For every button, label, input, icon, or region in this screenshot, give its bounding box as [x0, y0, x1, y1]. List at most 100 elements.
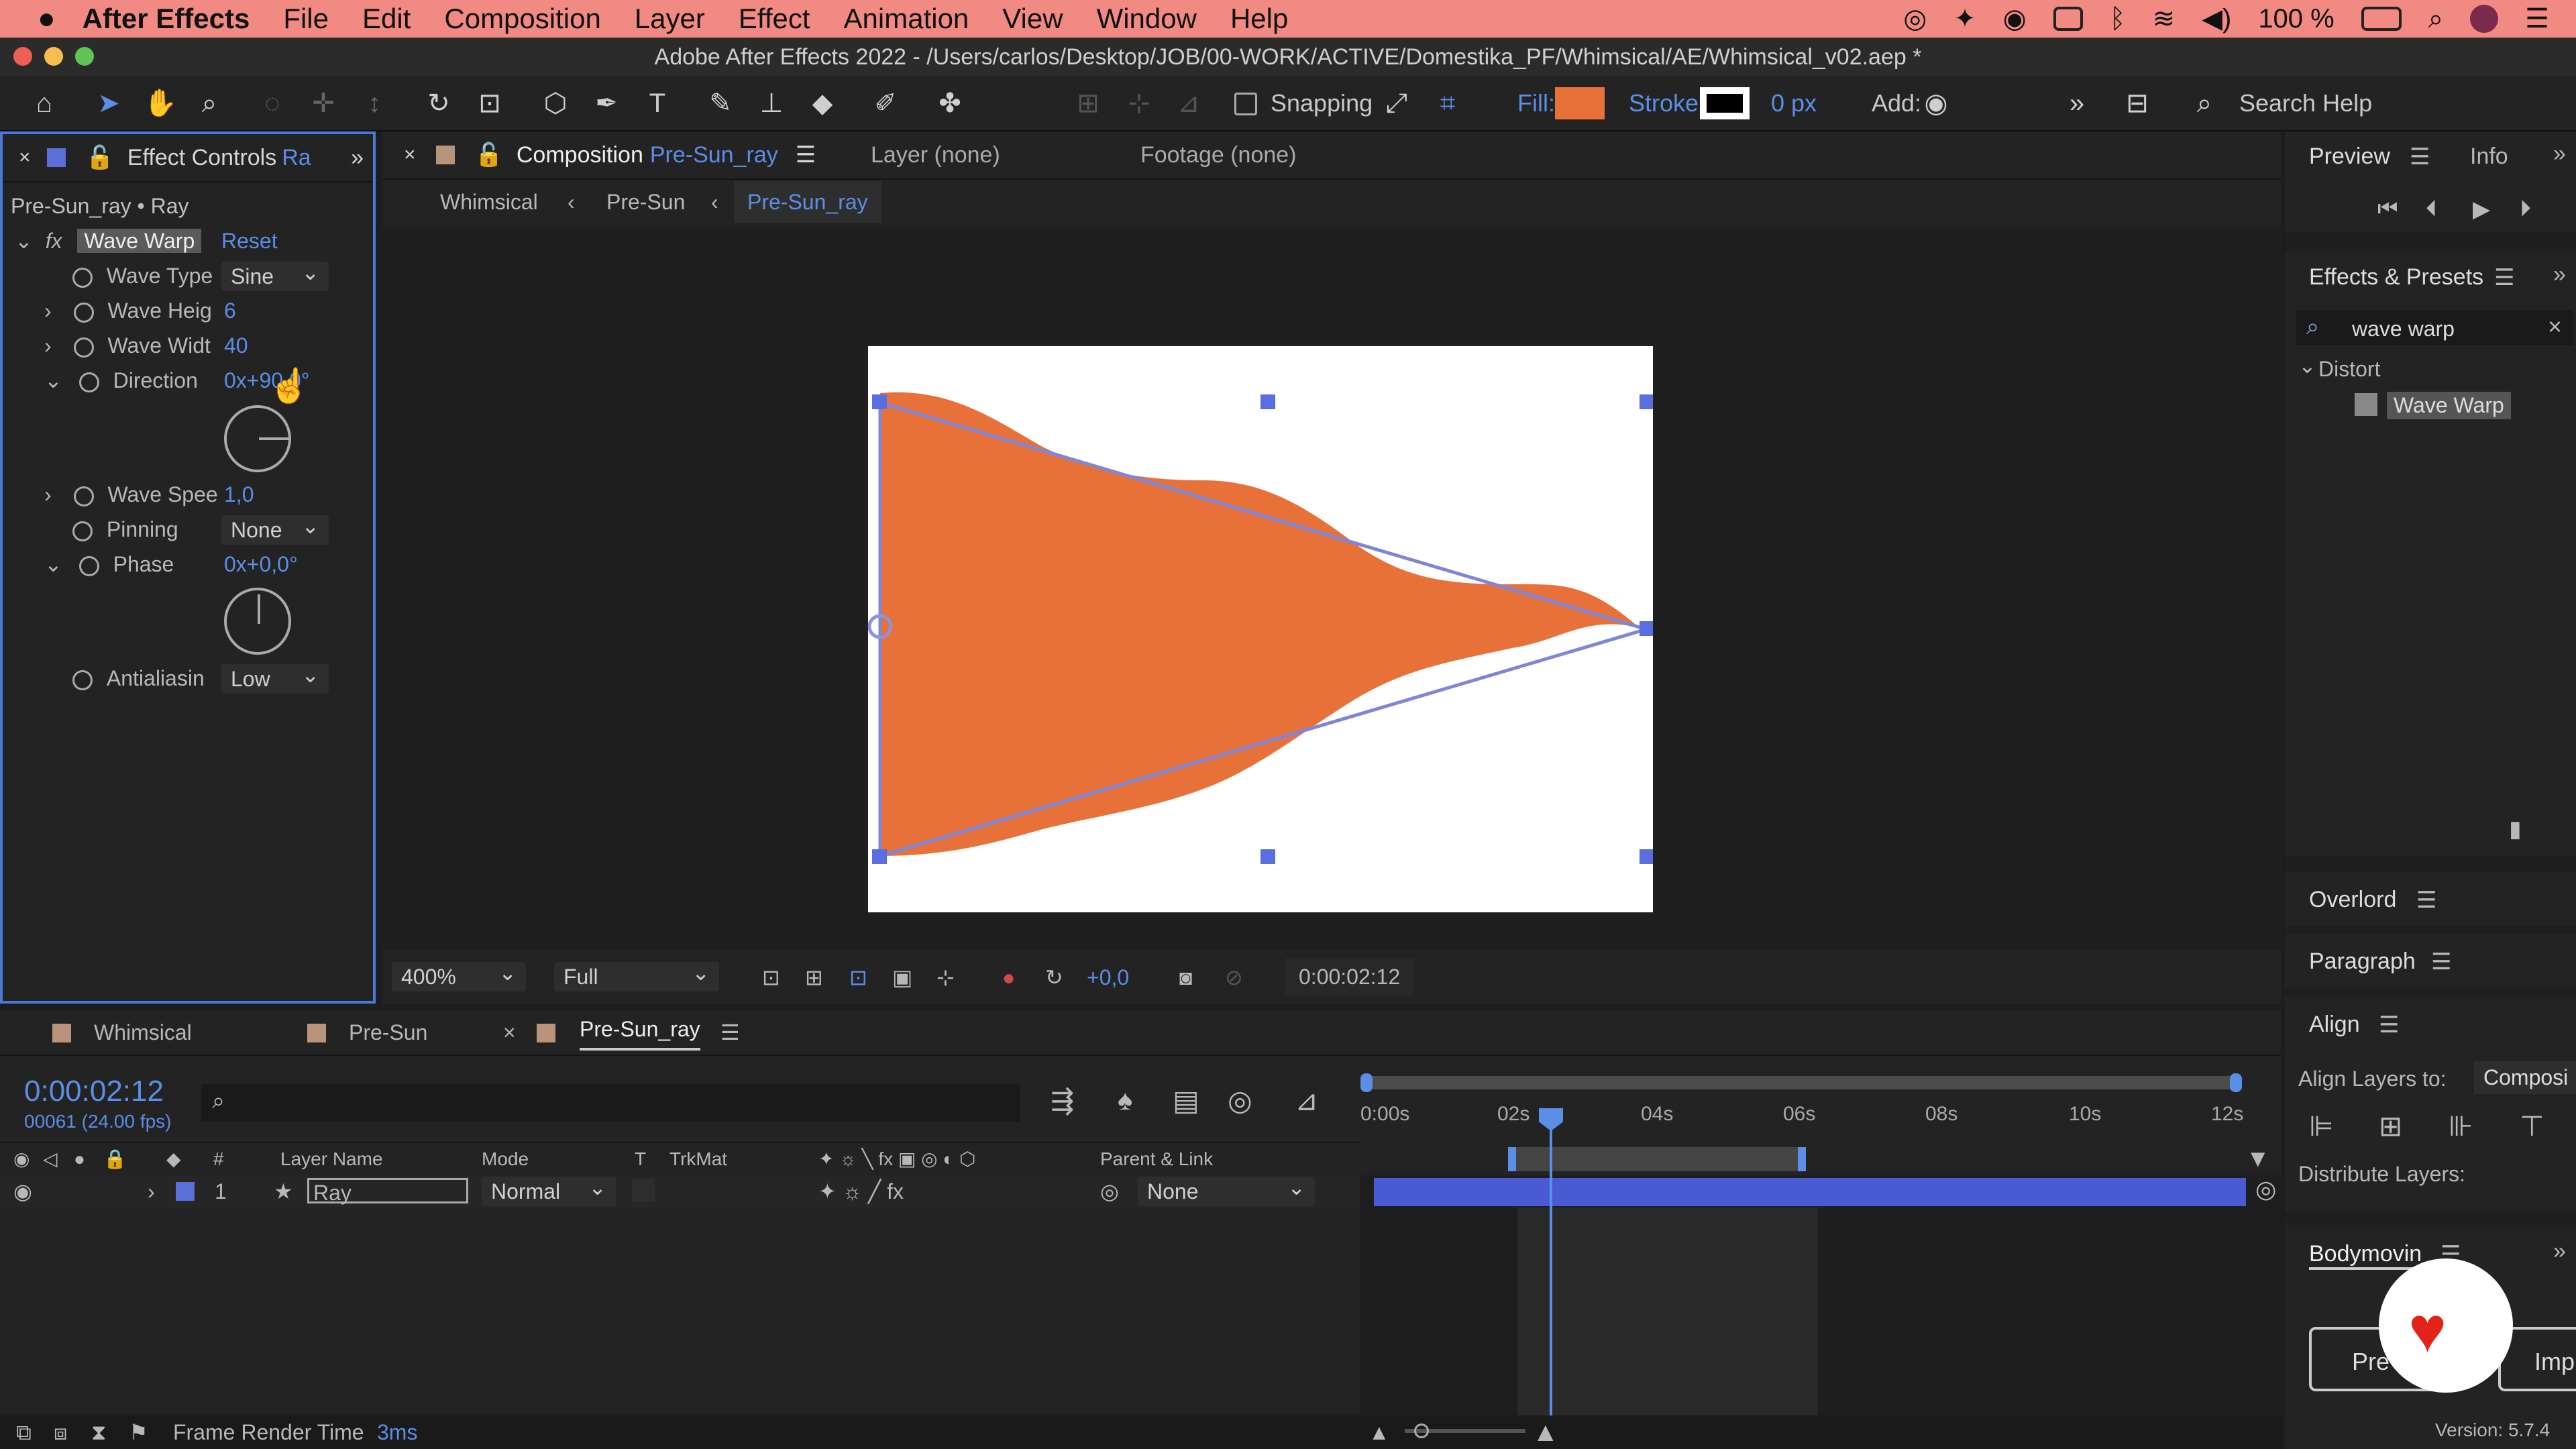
- in-out-icon[interactable]: ⧗: [91, 1415, 106, 1449]
- view-axis-icon[interactable]: ⊿: [1174, 89, 1203, 118]
- align-center-icon[interactable]: ⊞: [2379, 1110, 2402, 1142]
- pick-whip-icon[interactable]: ◎: [1100, 1175, 1119, 1208]
- panel-menu-icon[interactable]: ☰: [2410, 144, 2430, 170]
- transfer-controls-icon[interactable]: ⧈: [54, 1415, 67, 1449]
- align-right-icon[interactable]: ⊪: [2449, 1110, 2473, 1142]
- zoom-range-bar[interactable]: [1508, 1147, 1806, 1171]
- effects-search-input[interactable]: wave warp: [2352, 317, 2455, 341]
- expand-icon[interactable]: »: [2553, 262, 2566, 288]
- close-tab-icon[interactable]: ×: [503, 1010, 516, 1055]
- stopwatch-icon[interactable]: [72, 521, 93, 541]
- channel-icon[interactable]: ●: [1002, 954, 1015, 1001]
- layer-duration-bar[interactable]: [1374, 1178, 2246, 1206]
- timeline-tab-whimsical[interactable]: Whimsical: [94, 1010, 192, 1055]
- comp-canvas[interactable]: [868, 346, 1653, 912]
- expand-icon[interactable]: »: [2553, 141, 2566, 167]
- motion-blur-icon[interactable]: ◎: [1228, 1084, 1252, 1117]
- new-preset-icon[interactable]: ▮: [2509, 816, 2522, 843]
- region-of-interest-icon[interactable]: ▣: [892, 954, 912, 1001]
- chevron-down-icon[interactable]: ⌄: [44, 552, 62, 576]
- menu-app-name[interactable]: After Effects: [83, 3, 250, 35]
- composition-tab-name[interactable]: Pre-Sun_ray: [650, 142, 778, 168]
- grid-guides-icon[interactable]: ⊹: [936, 954, 955, 1001]
- chevron-right-icon[interactable]: ›: [44, 333, 52, 358]
- wave-speed-value[interactable]: 1,0: [224, 478, 254, 511]
- layer-bar-end-icon[interactable]: ◎: [2255, 1175, 2276, 1203]
- resolution-dropdown[interactable]: Full: [554, 958, 719, 991]
- layer-name[interactable]: Ray: [307, 1178, 468, 1205]
- work-area-start-handle[interactable]: [1360, 1073, 1373, 1092]
- zoom-out-icon[interactable]: ▲: [1368, 1415, 1390, 1449]
- pen-tool-icon[interactable]: ✒: [592, 89, 621, 118]
- panel-menu-icon[interactable]: ☰: [2494, 264, 2514, 291]
- stopwatch-icon[interactable]: [73, 302, 94, 323]
- reset-button[interactable]: Reset: [221, 224, 278, 258]
- roto-brush-icon[interactable]: ✐: [871, 89, 900, 118]
- crumb-whimsical[interactable]: Whimsical: [440, 181, 538, 223]
- time-ruler[interactable]: 0:00s 02s 04s 06s 08s 10s 12s: [1360, 1072, 2281, 1146]
- parent-dropdown[interactable]: None: [1138, 1173, 1315, 1206]
- effect-row-wave-warp[interactable]: ⌄ fx Wave Warp Reset: [3, 224, 373, 258]
- sync-icon[interactable]: ◉: [2003, 3, 2027, 34]
- panel-menu-icon[interactable]: ☰: [2416, 887, 2436, 914]
- show-snapshot-icon[interactable]: ⊘: [1225, 954, 1243, 1001]
- panel-menu-icon[interactable]: ☰: [796, 142, 816, 168]
- playhead[interactable]: [1550, 1123, 1552, 1415]
- category-distort[interactable]: Distort: [2318, 357, 2380, 382]
- world-axis-icon[interactable]: ⊹: [1124, 89, 1154, 118]
- eye-icon[interactable]: ◉: [13, 1175, 32, 1208]
- zoom-window-button[interactable]: [75, 47, 94, 66]
- transparency-grid-icon[interactable]: ⊞: [805, 954, 823, 1001]
- clear-search-icon[interactable]: ×: [2548, 313, 2562, 341]
- local-axis-icon[interactable]: ⊞: [1073, 89, 1103, 118]
- hand-tool-icon[interactable]: ✋: [144, 89, 177, 118]
- rotation-tool-icon[interactable]: ↻: [424, 89, 453, 118]
- menu-effect[interactable]: Effect: [739, 3, 810, 35]
- chevron-down-icon[interactable]: ⌄: [2298, 353, 2316, 378]
- effects-presets-tab[interactable]: Effects & Presets: [2309, 264, 2483, 290]
- trkmat-slot[interactable]: [632, 1179, 655, 1202]
- expand-icon[interactable]: »: [2553, 1238, 2566, 1265]
- close-window-button[interactable]: [13, 47, 32, 66]
- zoom-dropdown[interactable]: 400%: [392, 958, 526, 991]
- play-icon[interactable]: ▶: [2473, 196, 2490, 223]
- menu-file[interactable]: File: [283, 3, 329, 35]
- composition-tab[interactable]: Composition: [517, 142, 643, 168]
- bbox-handle[interactable]: [1260, 394, 1275, 409]
- comp-viewer[interactable]: [382, 225, 2281, 950]
- stopwatch-icon[interactable]: [78, 372, 99, 392]
- stopwatch-icon[interactable]: [73, 337, 94, 358]
- layer-switches[interactable]: ✦ ☼ ╱ fx: [818, 1175, 904, 1208]
- mask-visibility-icon[interactable]: ⊡: [849, 954, 867, 1001]
- puppet-pin-icon[interactable]: ✤: [935, 89, 965, 118]
- stopwatch-icon[interactable]: [72, 267, 93, 288]
- workspace-icon[interactable]: ⊟: [2123, 89, 2152, 118]
- work-area-bar[interactable]: [1364, 1076, 2238, 1089]
- creative-cloud-icon[interactable]: ◎: [1903, 3, 1927, 34]
- chevron-right-icon[interactable]: ›: [148, 1175, 155, 1208]
- menu-view[interactable]: View: [1002, 3, 1063, 35]
- type-tool-icon[interactable]: T: [643, 89, 672, 118]
- pan-camera-icon[interactable]: ✛: [309, 89, 338, 118]
- clone-stamp-icon[interactable]: ⊥: [757, 89, 786, 118]
- snap-features-icon[interactable]: ⌗: [1433, 89, 1462, 118]
- eraser-tool-icon[interactable]: ◆: [808, 89, 837, 118]
- expand-toolbar-icon[interactable]: »: [2062, 89, 2092, 118]
- close-panel-icon[interactable]: ×: [404, 144, 416, 166]
- screen-icon[interactable]: [2053, 7, 2083, 31]
- pan-behind-tool-icon[interactable]: ⊡: [475, 89, 504, 118]
- chevron-down-icon[interactable]: ⌄: [15, 229, 33, 253]
- menu-edit[interactable]: Edit: [362, 3, 411, 35]
- layer-label-swatch[interactable]: [176, 1182, 195, 1201]
- paragraph-tab[interactable]: Paragraph: [2309, 949, 2416, 975]
- chevron-down-icon[interactable]: ⌄: [44, 368, 62, 392]
- panel-menu-icon[interactable]: ☰: [2431, 949, 2451, 975]
- menu-animation[interactable]: Animation: [844, 3, 969, 35]
- add-property-icon[interactable]: ◉: [1921, 89, 1951, 118]
- lock-column-icon[interactable]: 🔒: [103, 1143, 127, 1175]
- layer-mode-dropdown[interactable]: Normal: [482, 1173, 616, 1206]
- fast-previews-icon[interactable]: ⊡: [762, 954, 780, 1001]
- layer-switches-toggle-icon[interactable]: ⧉: [16, 1415, 32, 1449]
- bbox-handle[interactable]: [1640, 849, 1653, 864]
- chevron-right-icon[interactable]: ›: [44, 299, 52, 323]
